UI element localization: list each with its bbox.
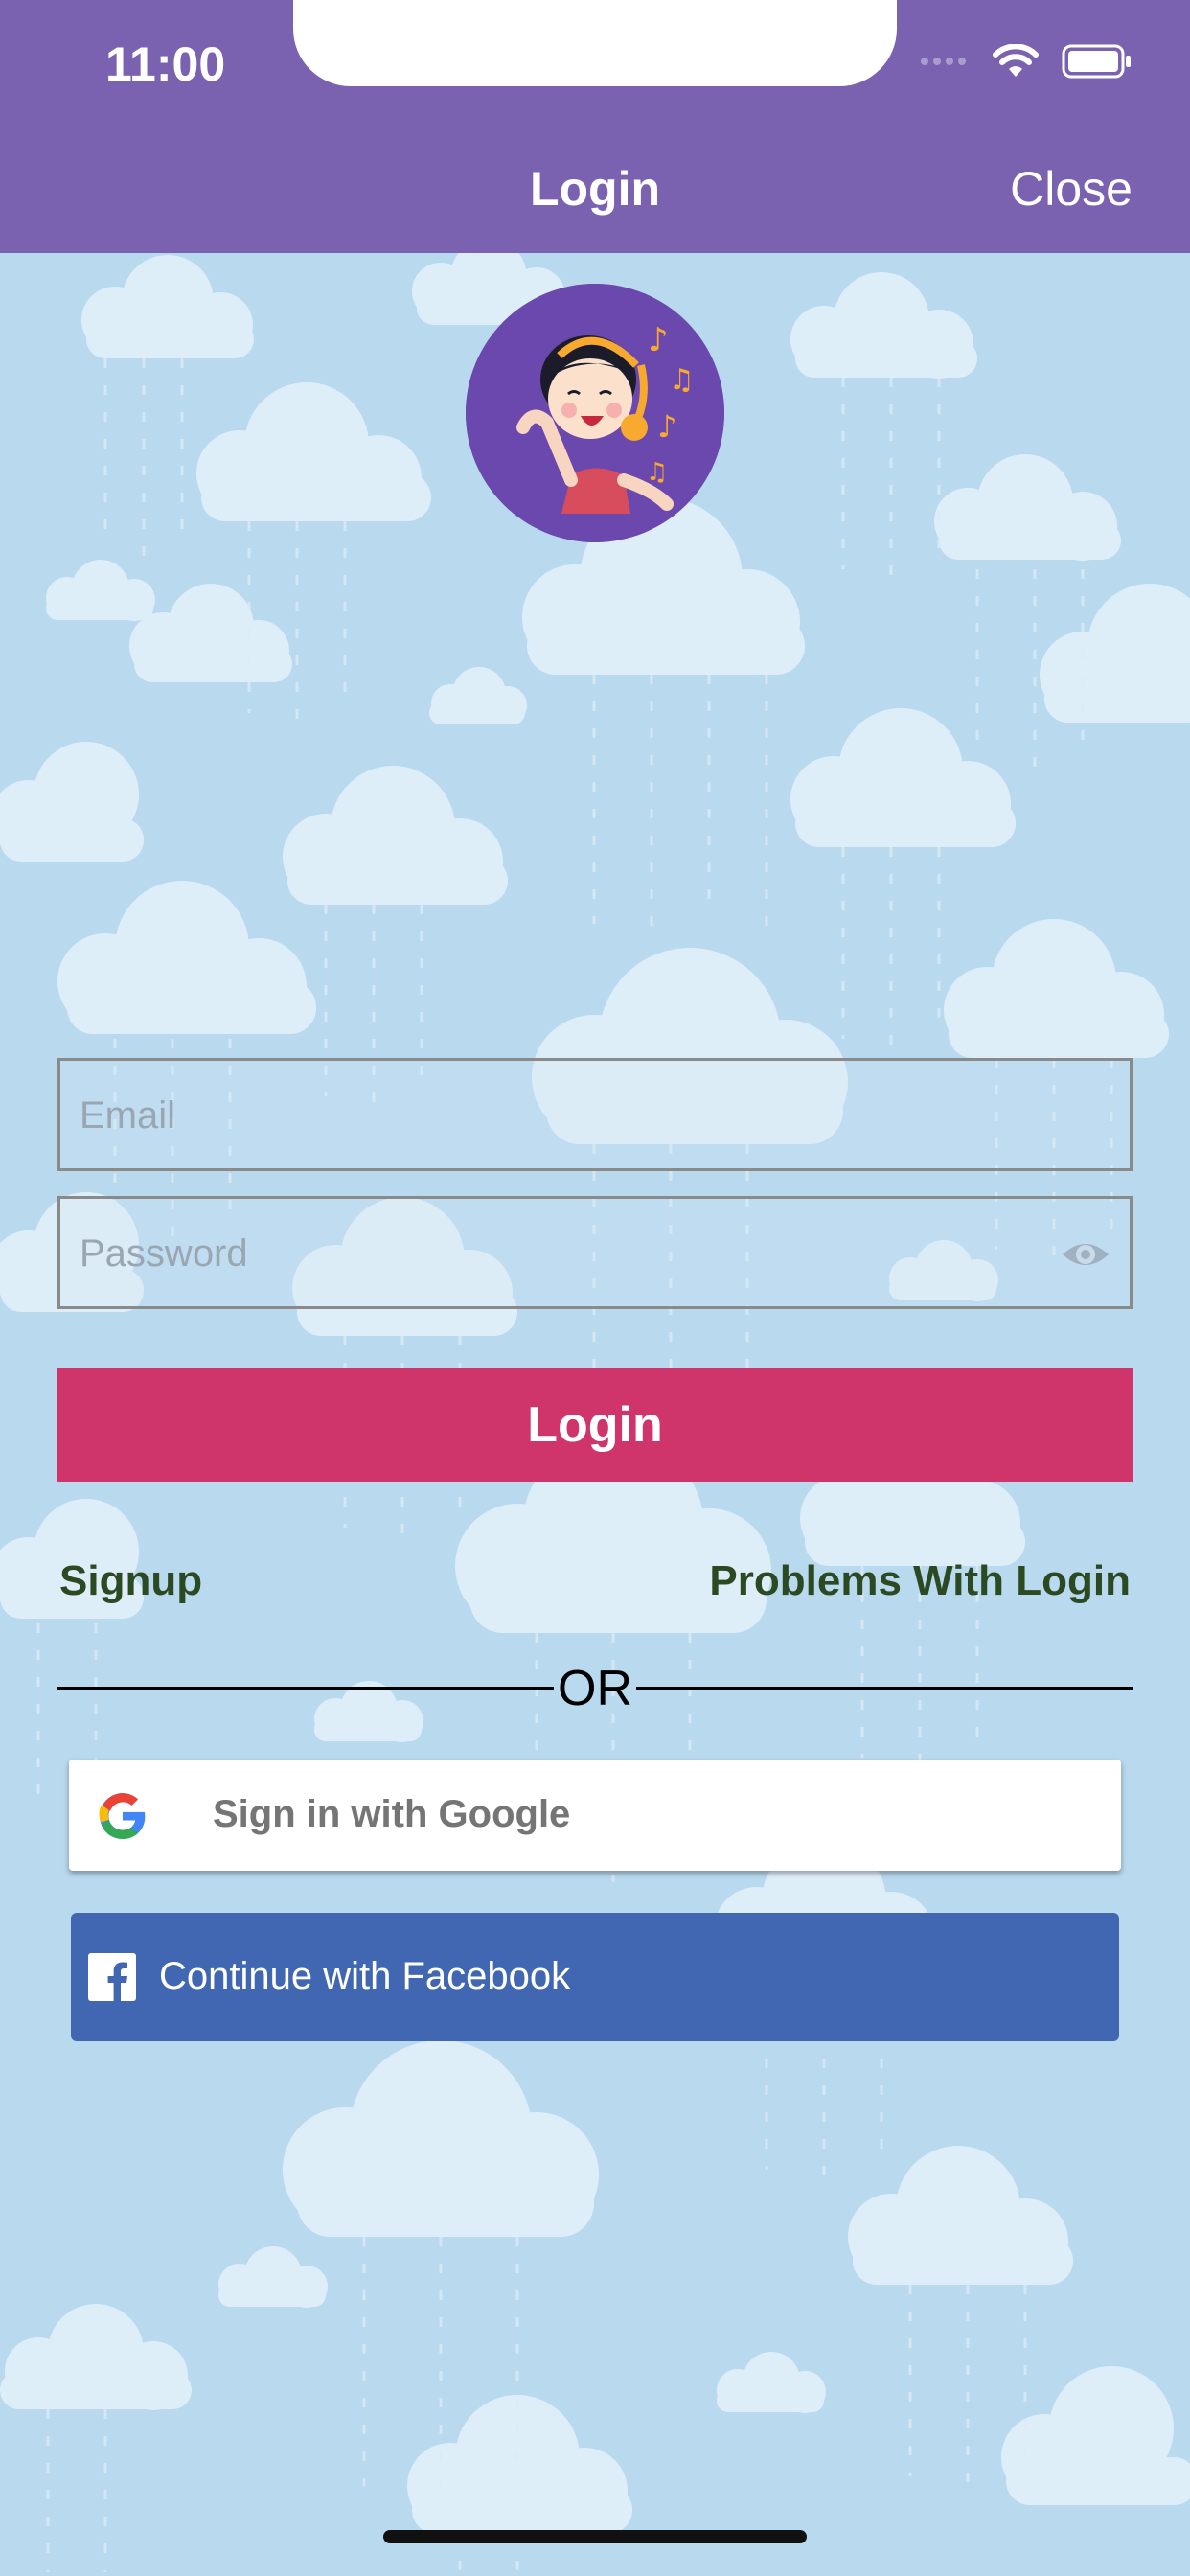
email-field[interactable] [57,1058,1133,1171]
google-signin-button[interactable]: Sign in with Google [69,1760,1121,1871]
or-label: OR [558,1661,632,1716]
email-input[interactable] [78,1061,1040,1170]
facebook-continue-label: Continue with Facebook [159,1955,571,1997]
cellular-signal-icon [921,58,966,65]
status-icons [920,44,1133,79]
singing-girl-icon: ♪ ♫ ♪ ♫ [466,284,724,542]
battery-icon [1062,44,1131,79]
nav-header: 11:00 Login Close [0,0,1190,253]
eye-icon[interactable] [1059,1228,1112,1281]
password-input[interactable] [78,1199,1040,1308]
close-button[interactable]: Close [1010,161,1133,217]
problems-with-login-link[interactable]: Problems With Login [709,1557,1131,1605]
device-notch [293,0,897,86]
svg-text:♪: ♪ [657,408,676,445]
or-divider: OR [57,1660,1133,1717]
google-signin-label: Sign in with Google [213,1793,571,1835]
signup-link[interactable]: Signup [59,1557,202,1605]
home-indicator [383,2530,807,2543]
facebook-continue-button[interactable]: Continue with Facebook [71,1913,1119,2041]
login-button[interactable]: Login [57,1368,1133,1482]
app-logo: ♪ ♫ ♪ ♫ [466,284,724,542]
status-time: 11:00 [105,37,226,91]
svg-text:♪: ♪ [648,321,669,359]
svg-text:♫: ♫ [646,458,668,487]
svg-text:♫: ♫ [669,363,695,397]
password-field[interactable] [57,1196,1133,1309]
google-logo-icon [99,1793,146,1839]
login-screen: 11:00 Login Close ♪ ♫ ♪ ♫ Email Login Si… [0,0,1190,2576]
facebook-logo-icon [88,1953,136,2001]
wifi-icon [993,44,1039,77]
